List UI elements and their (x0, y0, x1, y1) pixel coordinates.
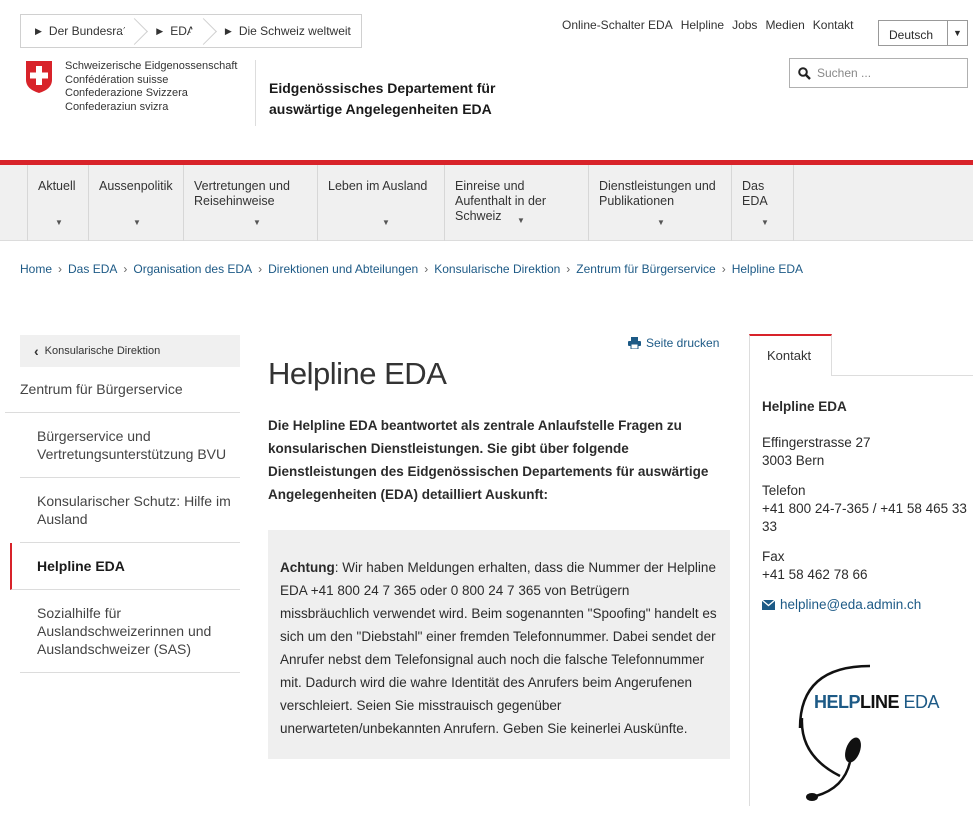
confederation-logo[interactable]: Schweizerische Eidgenossenschaft Confédé… (25, 60, 237, 114)
tab-underline (832, 375, 973, 376)
breadcrumb-helpline[interactable]: Helpline EDA (732, 262, 803, 276)
chevron-right-icon: › (721, 262, 726, 276)
search-icon (798, 66, 811, 80)
contact-phone: Telefon +41 800 24-7-365 / +41 58 465 33… (762, 483, 967, 534)
breadcrumb-direktionen[interactable]: Direktionen und Abteilungen (268, 262, 418, 276)
top-crumb-bundesrat[interactable]: ▶ Der Bundesrat (21, 15, 136, 47)
chevron-right-icon: › (123, 262, 128, 276)
breadcrumb-das-eda[interactable]: Das EDA (68, 262, 117, 276)
breadcrumb-zentrum[interactable]: Zentrum für Bürgerservice (576, 262, 715, 276)
nav-item-einreise[interactable]: Einreise und Aufenthalt in der Schweiz ▼ (444, 165, 588, 241)
meta-links: Online-Schalter EDA Helpline Jobs Medien… (562, 18, 854, 32)
breadcrumb-home[interactable]: Home (20, 262, 52, 276)
warning-label: Achtung (280, 560, 335, 575)
sidebar-item-zentrum[interactable]: Zentrum für Bürgerservice (5, 367, 240, 413)
sidebar-nav: Zentrum für Bürgerservice Bürgerservice … (5, 367, 240, 673)
chevron-down-icon: ▼ (657, 218, 665, 227)
link-jobs[interactable]: Jobs (732, 18, 757, 32)
chevron-left-icon: ‹ (34, 343, 39, 359)
search-input[interactable]: Suchen ... (789, 58, 968, 88)
link-online-schalter[interactable]: Online-Schalter EDA (562, 18, 673, 32)
printer-icon (628, 337, 641, 349)
triangle-right-icon: ▶ (224, 25, 232, 36)
main-nav: Aktuell ▼ Aussenpolitik ▼ Vertretungen u… (0, 165, 973, 241)
chevron-down-icon: ▼ (253, 218, 261, 227)
sidebar-item-sas[interactable]: Sozialhilfe für Auslandschweizerinnen un… (20, 590, 240, 673)
nav-item-das-eda[interactable]: Das EDA ▼ (731, 165, 794, 241)
top-crumb-schweiz-weltweit[interactable]: ▶ Die Schweiz weltweit (205, 15, 361, 47)
tab-kontakt[interactable]: Kontakt (749, 334, 832, 376)
contact-panel-border (749, 376, 750, 806)
language-value: Deutsch (889, 28, 934, 42)
language-select[interactable]: Deutsch ▼ (878, 20, 968, 46)
sidebar-item-konsularischer-schutz[interactable]: Konsularischer Schutz: Hilfe im Ausland (20, 478, 240, 543)
search-placeholder: Suchen ... (817, 66, 872, 80)
nav-item-aktuell[interactable]: Aktuell ▼ (27, 165, 88, 241)
warning-text: : Wir haben Meldungen erhalten, dass die… (280, 560, 717, 736)
helpline-eda-logo: HELPLINE EDA (780, 658, 960, 808)
top-breadcrumb: ▶ Der Bundesrat ▶ EDA ▶ Die Schweiz weltwei… (20, 14, 362, 48)
lead-paragraph: Die Helpline EDA beantwortet als zentral… (268, 418, 709, 502)
breadcrumb-konsularische[interactable]: Konsularische Direktion (434, 262, 560, 276)
link-medien[interactable]: Medien (765, 18, 804, 32)
chevron-down-icon: ▼ (55, 218, 63, 227)
contact-title: Helpline EDA (762, 399, 847, 414)
sidebar-item-bvu[interactable]: Bürgerservice und Vertretungsunterstützu… (20, 413, 240, 478)
chevron-down-icon: ▼ (761, 218, 769, 227)
contact-email-link[interactable]: helpline@eda.admin.ch (762, 596, 967, 614)
link-helpline[interactable]: Helpline (681, 18, 724, 32)
chevron-right-icon: › (566, 262, 571, 276)
swiss-cross-icon (26, 61, 52, 93)
print-page-link[interactable]: Seite drucken (628, 336, 719, 350)
confederation-names: Schweizerische Eidgenossenschaft Confédé… (65, 60, 238, 113)
triangle-right-icon: ▶ (156, 25, 164, 36)
contact-fax: Fax +41 58 462 78 66 (762, 549, 868, 582)
chevron-down-icon: ▼ (382, 218, 390, 227)
chevron-down-icon: ▼ (517, 216, 525, 225)
chevron-down-icon: ▼ (133, 218, 141, 227)
link-kontakt[interactable]: Kontakt (813, 18, 854, 32)
chevron-right-icon: › (424, 262, 429, 276)
contact-panel: Helpline EDA Effingerstrasse 27 3003 Ber… (762, 398, 967, 614)
headset-icon (798, 664, 871, 801)
nav-item-aussenpolitik[interactable]: Aussenpolitik ▼ (88, 165, 183, 241)
envelope-icon (762, 600, 775, 610)
logo-divider (255, 60, 256, 126)
chevron-right-icon: › (58, 262, 63, 276)
sidebar-back-link[interactable]: ‹ Konsularische Direktion (20, 335, 240, 367)
contact-address: Effingerstrasse 27 3003 Bern (762, 435, 871, 468)
nav-item-vertretungen[interactable]: Vertretungen und Reisehinweise ▼ (183, 165, 317, 241)
chevron-right-icon: › (258, 262, 263, 276)
page-title: Helpline EDA (268, 356, 447, 391)
helpline-logo-text: HELPLINE EDA (814, 692, 940, 712)
sidebar-item-helpline[interactable]: Helpline EDA (10, 543, 240, 590)
department-name: Eidgenössisches Departement für auswärti… (269, 80, 496, 117)
caret-down-icon: ▼ (947, 21, 967, 45)
triangle-right-icon: ▶ (35, 25, 42, 36)
breadcrumb: Home › Das EDA › Organisation des EDA › Dir… (20, 262, 803, 276)
breadcrumb-organisation[interactable]: Organisation des EDA (133, 262, 252, 276)
nav-item-dienstleistungen[interactable]: Dienstleistungen und Publikationen ▼ (588, 165, 731, 241)
warning-box: Achtung: Wir haben Meldungen erhalten, d… (268, 530, 730, 759)
nav-item-leben-im-ausland[interactable]: Leben im Ausland ▼ (317, 165, 444, 241)
